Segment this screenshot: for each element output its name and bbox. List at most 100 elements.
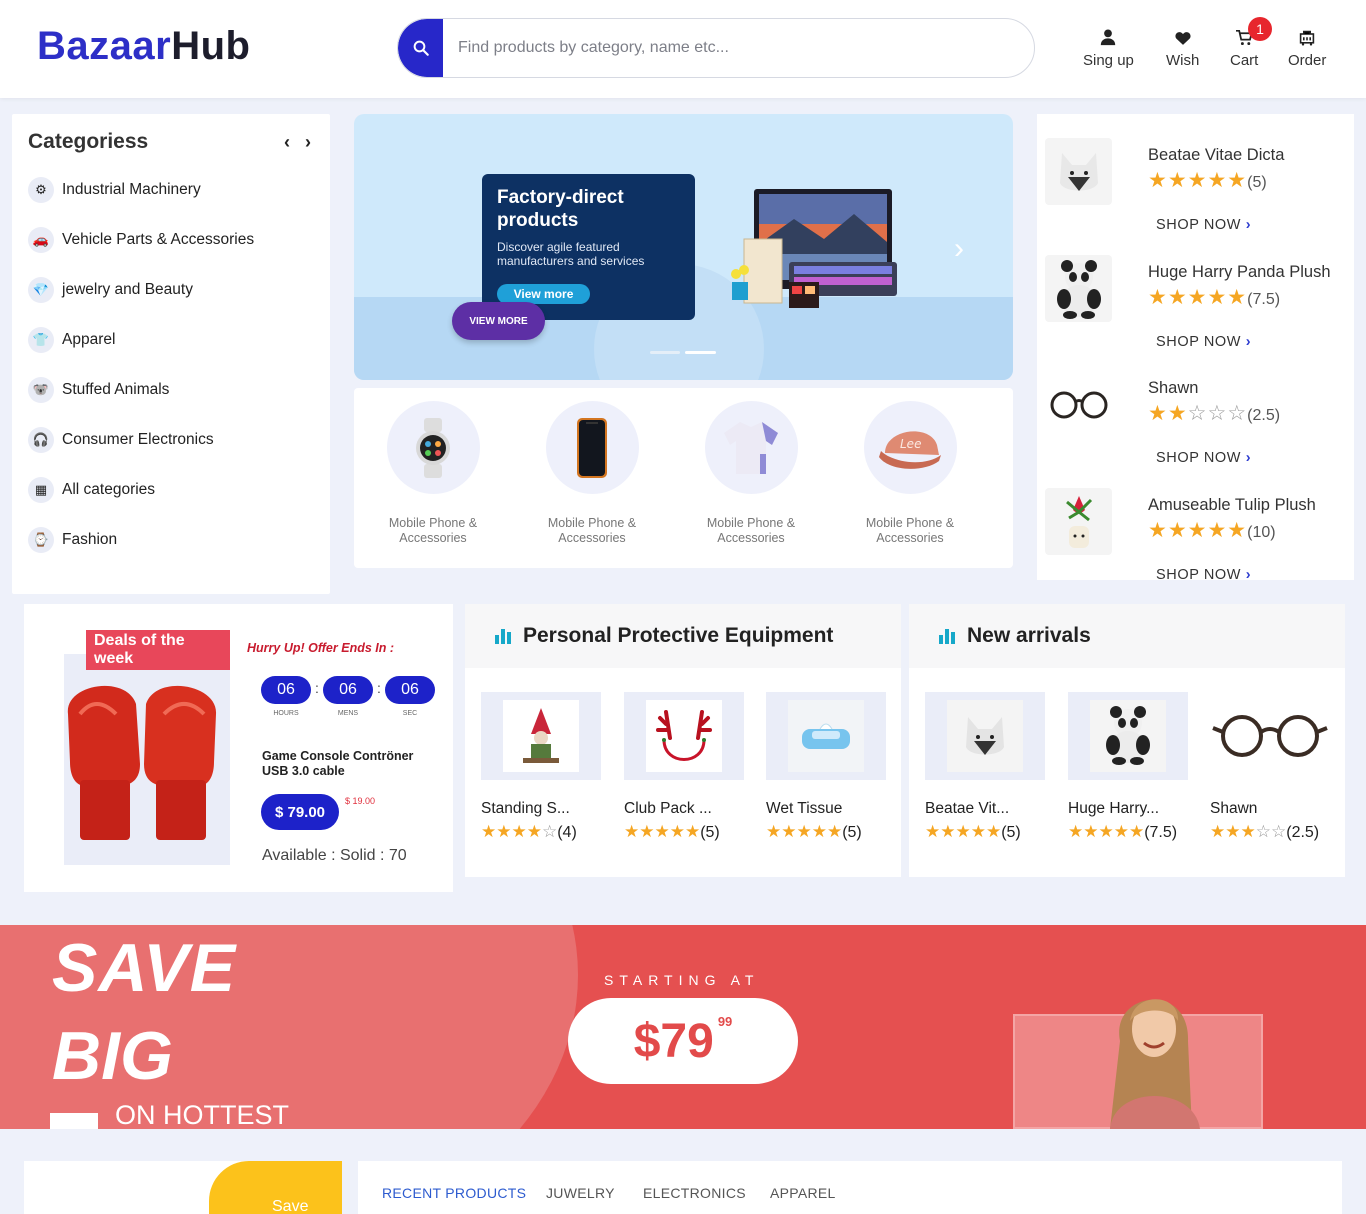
category-item-stuffed-animals[interactable]: 🐨 Stuffed Animals — [28, 376, 169, 404]
product-tabs: RECENT PRODUCTS JUWELRY ELECTRONICS APPA… — [358, 1161, 1342, 1214]
ppe-panel: Personal Protective Equipment Standing S… — [465, 604, 901, 877]
wish-link[interactable]: Wish — [1166, 24, 1199, 69]
product-image — [1045, 488, 1112, 555]
side-product-card[interactable]: Beatae Vitae Dicta ★★★★★(5) SHOP NOW › — [1045, 128, 1350, 244]
search-button[interactable] — [398, 19, 443, 77]
carousel-dot-1[interactable] — [650, 351, 680, 354]
tile-smartwatch[interactable]: Mobile Phone & Accessories — [363, 401, 503, 546]
order-link[interactable]: Order — [1288, 24, 1326, 69]
panel-header: New arrivals — [909, 604, 1345, 668]
deal-product-name[interactable]: Game Console Contröner USB 3.0 cable — [262, 749, 432, 779]
cart-label: Cart — [1230, 52, 1259, 69]
panel-header: Personal Protective Equipment — [465, 604, 901, 668]
order-label: Order — [1288, 52, 1327, 69]
tab-juwelry[interactable]: JUWELRY — [546, 1185, 615, 1201]
tshirt-icon — [724, 421, 778, 474]
signup-label: Sing up — [1083, 52, 1134, 69]
search-icon — [413, 40, 429, 56]
rating-stars: ★★★★★(5) — [925, 822, 1021, 841]
category-item-all-categories[interactable]: ▦ All categories — [28, 476, 155, 504]
stuffed-animal-icon: 🐨 — [28, 377, 54, 403]
hero-subtitle: Discover agile featured manufacturers an… — [497, 240, 645, 268]
fashion-icon: ⌚ — [28, 527, 54, 553]
category-tiles: Mobile Phone & Accessories Mobile Phone … — [354, 388, 1013, 568]
categories-nav-arrows[interactable]: ‹ › — [284, 132, 316, 153]
categories-panel: Categoriess ‹ › ⚙ Industrial Machinery 🚗 V… — [12, 114, 330, 594]
category-item-industrial-machinery[interactable]: ⚙ Industrial Machinery — [28, 176, 201, 204]
product-image — [1045, 255, 1112, 322]
tab-electronics[interactable]: ELECTRONICS — [643, 1185, 746, 1201]
product-image — [766, 692, 886, 780]
deal-tag: Deals of the week — [86, 630, 230, 670]
shop-now-link[interactable]: SHOP NOW › — [1156, 217, 1251, 233]
bar-chart-icon — [939, 628, 955, 644]
cart-count-badge: 1 — [1248, 17, 1272, 41]
rating-stars: ★★★★☆(4) — [481, 822, 577, 841]
hero-view-more-link[interactable]: View more — [497, 284, 590, 304]
side-product-card[interactable]: Huge Harry Panda Plush ★★★★★(7.5) SHOP N… — [1045, 245, 1350, 361]
countdown-label: HOURS — [273, 710, 299, 717]
deal-availability: Available : Solid : 70 — [262, 847, 407, 864]
side-product-card[interactable]: Amuseable Tulip Plush ★★★★★(10) SHOP NOW… — [1045, 478, 1350, 594]
machinery-icon: ⚙ — [28, 177, 54, 203]
signup-link[interactable]: Sing up — [1083, 24, 1134, 69]
category-item-consumer-electronics[interactable]: 🎧 Consumer Electronics — [28, 426, 214, 454]
product-name: Standing S... — [481, 800, 570, 817]
countdown-label: MENS — [337, 710, 359, 717]
side-product-card[interactable]: Shawn ★★☆☆☆(2.5) SHOP NOW › — [1045, 361, 1350, 477]
save-label: Save — [272, 1198, 309, 1214]
product-image — [925, 692, 1045, 780]
smartwatch-icon — [416, 417, 450, 478]
product-name: Beatae Vitae Dicta — [1148, 146, 1285, 164]
category-item-jewelry[interactable]: 💎 jewelry and Beauty — [28, 276, 193, 304]
product-name: Beatae Vit... — [925, 800, 1010, 817]
rating-stars: ★★★★★(5) — [624, 822, 720, 841]
banner-starting-label: STARTING AT — [604, 972, 760, 988]
product-name: Club Pack ... — [624, 800, 712, 817]
category-item-vehicle-parts[interactable]: 🚗 Vehicle Parts & Accessories — [28, 226, 254, 254]
featured-products-list: Beatae Vitae Dicta ★★★★★(5) SHOP NOW › H… — [1037, 114, 1354, 583]
product-image — [624, 692, 744, 780]
category-item-apparel[interactable]: 👕 Apparel — [28, 326, 115, 354]
tile-label: Mobile Phone & Accessories — [865, 516, 955, 545]
promo-banner[interactable]: SAVE BIG ON HOTTEST STARTING AT $79 99 — [0, 925, 1366, 1129]
shop-now-link[interactable]: SHOP NOW › — [1156, 334, 1251, 350]
countdown-separator: : — [377, 680, 381, 696]
carousel-dot-2[interactable] — [685, 351, 716, 354]
deal-image[interactable] — [64, 654, 230, 865]
tile-cap[interactable]: Lee Mobile Phone & Accessories — [840, 401, 980, 546]
banner-white-block — [50, 1113, 98, 1129]
svg-text:Lee: Lee — [900, 437, 921, 451]
rating-stars: ★★☆☆☆(2.5) — [1148, 402, 1281, 425]
hero-carousel[interactable]: Factory-direct products Discover agile f… — [354, 114, 1013, 380]
heart-icon — [1175, 32, 1191, 45]
deal-price: $ 79.00 — [261, 794, 339, 830]
banner-price: $79 — [633, 1014, 714, 1068]
tab-recent-products[interactable]: RECENT PRODUCTS — [382, 1185, 526, 1201]
product-image — [481, 692, 601, 780]
banner-price-cents: 99 — [717, 1013, 733, 1029]
product-name: Amuseable Tulip Plush — [1148, 496, 1316, 514]
user-icon — [1101, 29, 1116, 46]
banner-price-pill: $79 99 — [568, 998, 798, 1084]
shop-now-link[interactable]: SHOP NOW › — [1156, 567, 1251, 583]
electronics-product-image — [731, 189, 897, 308]
search-input[interactable] — [458, 33, 1018, 63]
header: BazaarHub Sing up Wish Cart 1 Order — [0, 0, 1366, 98]
tab-apparel[interactable]: APPAREL — [770, 1185, 836, 1201]
panel-title: New arrivals — [967, 624, 1091, 647]
search-bar — [397, 18, 1035, 78]
logo[interactable]: BazaarHub — [37, 24, 250, 69]
tile-tshirt[interactable]: Mobile Phone & Accessories — [681, 401, 821, 546]
countdown-minutes: 06 — [323, 676, 373, 704]
order-icon — [1299, 30, 1315, 46]
hero-view-more-button[interactable]: VIEW MORE — [452, 302, 545, 340]
tile-smartphone[interactable]: Mobile Phone & Accessories — [522, 401, 662, 546]
hero-next-arrow[interactable]: › — [954, 232, 964, 266]
product-image — [1210, 692, 1330, 780]
banner-subline: ON HOTTEST — [115, 1100, 289, 1129]
deal-hurry-text: Hurry Up! Offer Ends In : — [247, 641, 395, 655]
category-item-fashion[interactable]: ⌚ Fashion — [28, 526, 117, 554]
shop-now-link[interactable]: SHOP NOW › — [1156, 450, 1251, 466]
rating-stars: ★★★★★(7.5) — [1068, 822, 1178, 841]
